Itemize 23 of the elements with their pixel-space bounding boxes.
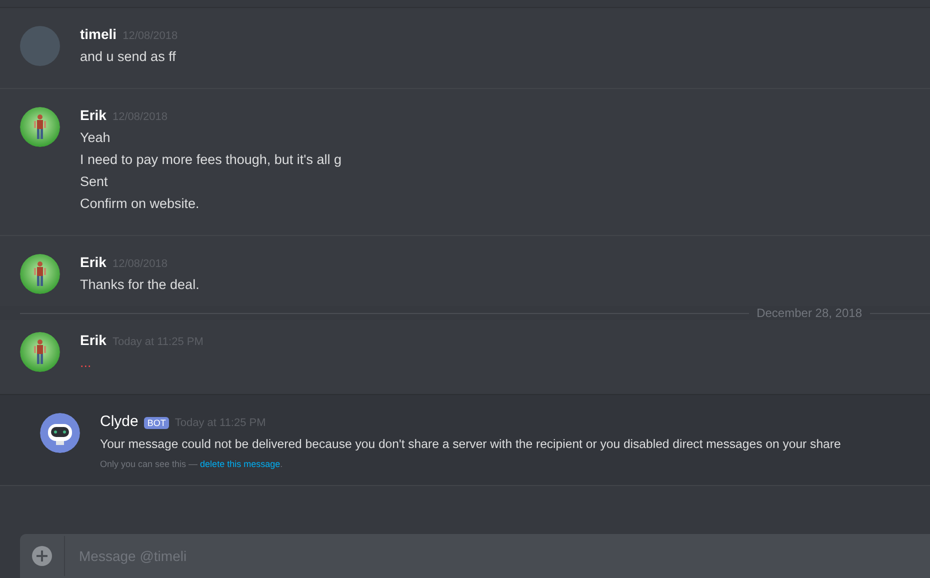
note-punctuation: . [280, 459, 283, 469]
message-text: ... [80, 354, 92, 372]
username[interactable]: Erik [80, 254, 106, 270]
message-text: Confirm on website. [80, 195, 200, 213]
message-text: and u send as ff [80, 48, 177, 66]
ephemeral-note: Only you can see this — [100, 459, 199, 469]
avatar-figure-icon[interactable] [20, 254, 60, 294]
message-text: Yeah [80, 129, 112, 147]
date-divider-label: December 28, 2018 [756, 306, 862, 320]
avatar-figure-icon[interactable] [20, 332, 60, 372]
avatar-figure-icon[interactable] [20, 107, 60, 147]
message-text: I need to pay more fees though, but it's all g [80, 151, 342, 169]
message-text: Sent [80, 173, 109, 191]
username[interactable]: Erik [80, 107, 106, 123]
add-icon[interactable] [32, 546, 52, 566]
robot-avatar-icon[interactable] [40, 413, 80, 453]
username[interactable]: Erik [80, 332, 106, 348]
username[interactable]: Clyde [100, 413, 138, 430]
message-text: Thanks for the deal. [80, 276, 200, 294]
bot-tag: BOT [144, 417, 169, 429]
message-text: Your message could not be delivered because you don't share a server with the recipient or you disabled direct messages on your share [100, 436, 841, 453]
username[interactable]: timeli [80, 26, 117, 42]
delete-message-link[interactable]: delete this message [200, 459, 280, 469]
